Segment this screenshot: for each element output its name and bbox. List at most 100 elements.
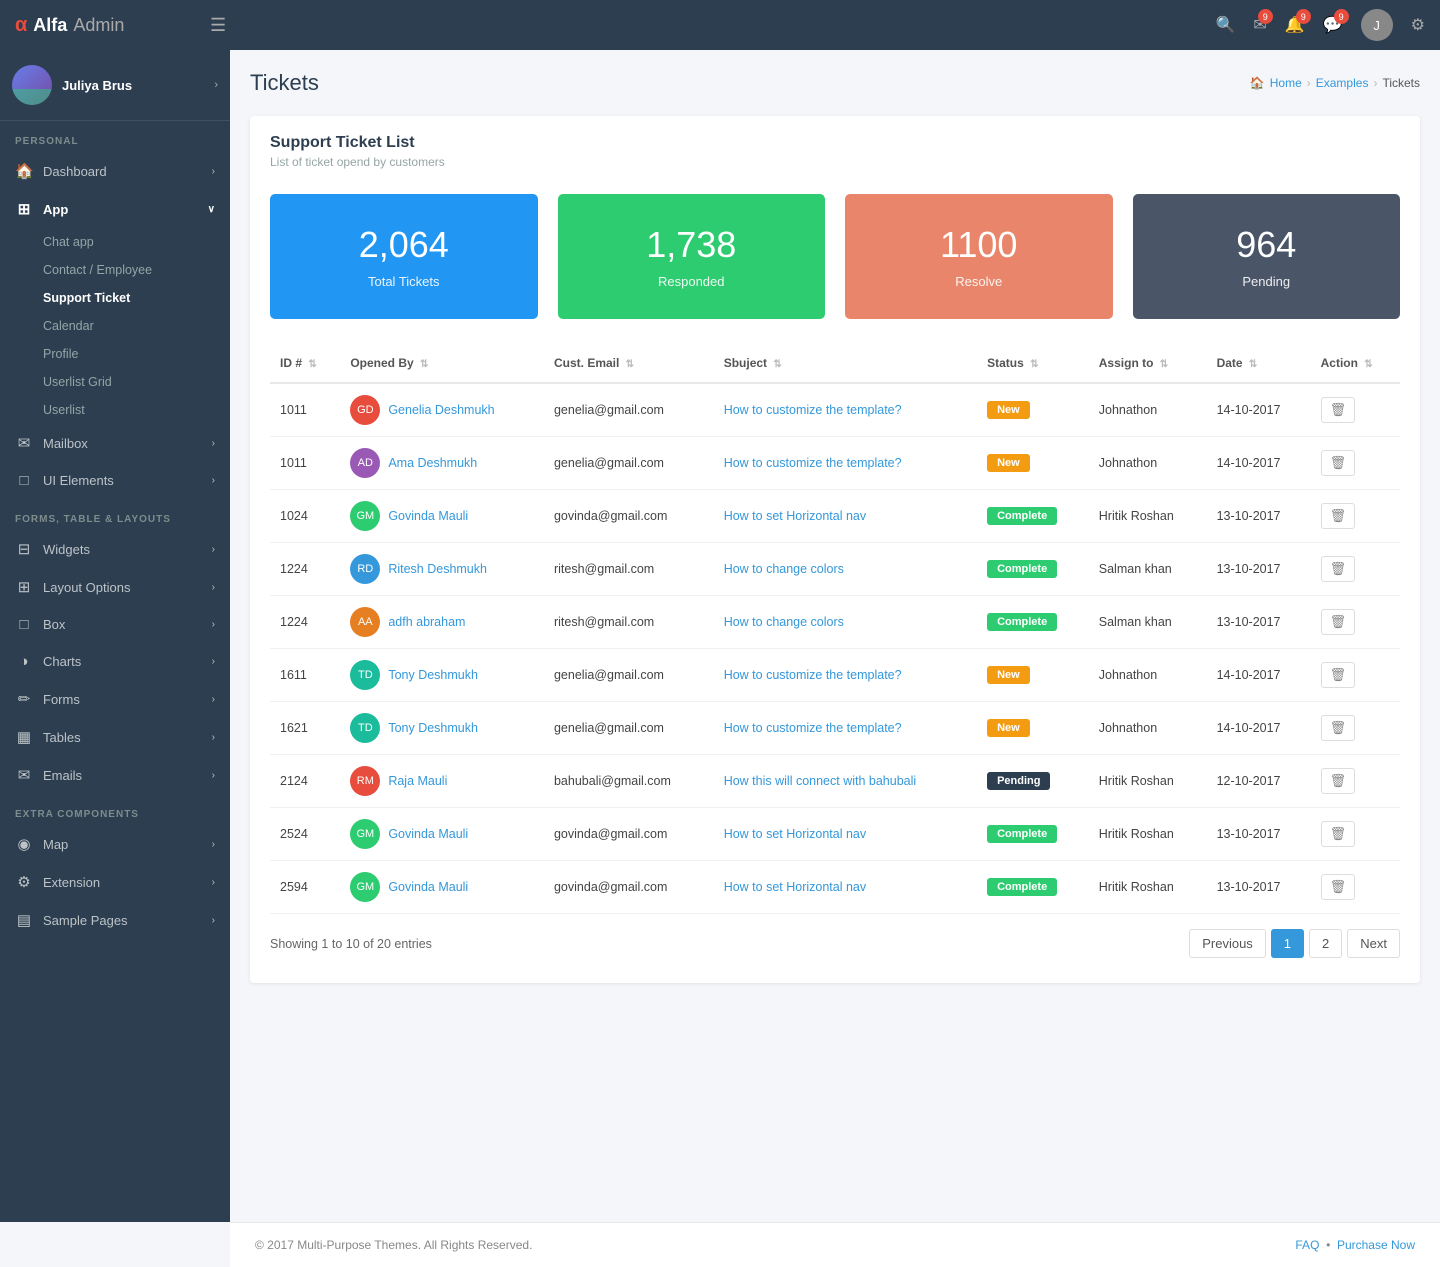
user-name-link[interactable]: Govinda Mauli	[388, 827, 468, 841]
delete-button[interactable]: 🗑	[1321, 768, 1356, 794]
footer-faq-link[interactable]: FAQ	[1295, 1238, 1319, 1252]
subject-link[interactable]: How to customize the template?	[724, 721, 902, 735]
sidebar-item-userlist[interactable]: Userlist	[43, 396, 230, 424]
sidebar-item-emails[interactable]: ✉ Emails ›	[0, 756, 230, 794]
delete-button[interactable]: 🗑	[1321, 556, 1356, 582]
cell-email: bahubali@gmail.com	[544, 755, 714, 808]
sidebar-section-personal: PERSONAL	[0, 121, 230, 152]
sidebar-user-chevron[interactable]: ›	[214, 79, 218, 91]
subject-link[interactable]: How to customize the template?	[724, 668, 902, 682]
user-avatar[interactable]: J	[1361, 9, 1393, 41]
footer-links: FAQ • Purchase Now	[1295, 1238, 1415, 1252]
sidebar-item-contact-employee[interactable]: Contact / Employee	[43, 256, 230, 284]
bell-icon[interactable]: 🔔 9	[1285, 15, 1305, 35]
subject-link[interactable]: How to set Horizontal nav	[724, 880, 866, 894]
subject-link[interactable]: How to change colors	[724, 615, 844, 629]
delete-button[interactable]: 🗑	[1321, 715, 1356, 741]
user-name-link[interactable]: Govinda Mauli	[388, 880, 468, 894]
sidebar-item-calendar[interactable]: Calendar	[43, 312, 230, 340]
sidebar-item-sample-pages[interactable]: ▤ Sample Pages ›	[0, 901, 230, 939]
col-id[interactable]: ID # ⇅	[270, 344, 340, 383]
chevron-right-icon: ›	[212, 166, 215, 177]
sidebar-item-box[interactable]: □ Box ›	[0, 606, 230, 643]
chat-icon[interactable]: 💬 9	[1323, 15, 1343, 35]
next-button[interactable]: Next	[1347, 929, 1400, 958]
sidebar-item-chat-app[interactable]: Chat app	[43, 228, 230, 256]
footer-purchase-link[interactable]: Purchase Now	[1337, 1238, 1415, 1252]
col-assign-to[interactable]: Assign to ⇅	[1089, 344, 1207, 383]
subject-link[interactable]: How to change colors	[724, 562, 844, 576]
chevron-down-icon: ∨	[208, 204, 215, 215]
user-name-link[interactable]: Ama Deshmukh	[388, 456, 477, 470]
page-2-button[interactable]: 2	[1309, 929, 1342, 958]
delete-button[interactable]: 🗑	[1321, 609, 1356, 635]
cell-action: 🗑	[1311, 808, 1400, 861]
delete-button[interactable]: 🗑	[1321, 662, 1356, 688]
status-badge: Complete	[987, 613, 1057, 631]
sidebar-item-map[interactable]: ◉ Map ›	[0, 825, 230, 863]
sidebar-item-charts[interactable]: ◑ Charts ›	[0, 643, 230, 680]
table-header: ID # ⇅ Opened By ⇅ Cust. Email ⇅ Sbuject…	[270, 344, 1400, 383]
settings-icon[interactable]: ⚙	[1411, 15, 1425, 35]
col-date[interactable]: Date ⇅	[1207, 344, 1311, 383]
subject-link[interactable]: How to set Horizontal nav	[724, 827, 866, 841]
prev-button[interactable]: Previous	[1189, 929, 1266, 958]
delete-button[interactable]: 🗑	[1321, 874, 1356, 900]
breadcrumb-examples[interactable]: Examples	[1316, 76, 1369, 90]
sort-icon: ⇅	[773, 359, 781, 370]
sidebar-item-support-ticket[interactable]: Support Ticket	[43, 284, 230, 312]
col-action[interactable]: Action ⇅	[1311, 344, 1400, 383]
sidebar-item-layout-options[interactable]: ⊞ Layout Options ›	[0, 568, 230, 606]
user-name-link[interactable]: Raja Mauli	[388, 774, 447, 788]
user-name-link[interactable]: Govinda Mauli	[388, 509, 468, 523]
sort-icon: ⇅	[626, 359, 634, 370]
page-title: Tickets	[250, 70, 319, 96]
col-subject[interactable]: Sbuject ⇅	[714, 344, 977, 383]
search-icon[interactable]: 🔍	[1215, 15, 1235, 35]
sidebar-item-extension[interactable]: ⚙ Extension ›	[0, 863, 230, 901]
col-opened-by[interactable]: Opened By ⇅	[340, 344, 544, 383]
delete-button[interactable]: 🗑	[1321, 821, 1356, 847]
user-name-link[interactable]: Tony Deshmukh	[388, 721, 478, 735]
map-icon: ◉	[15, 835, 33, 853]
user-name-link[interactable]: Ritesh Deshmukh	[388, 562, 487, 576]
user-avatar-small: GM	[350, 501, 380, 531]
sidebar-item-app[interactable]: ⊞ App ∨	[0, 190, 230, 228]
sidebar-item-dashboard[interactable]: 🏠 Dashboard ›	[0, 152, 230, 190]
email-icon[interactable]: ✉ 9	[1253, 15, 1266, 35]
user-name-link[interactable]: Tony Deshmukh	[388, 668, 478, 682]
topbar: α AlfaAdmin ☰ 🔍 ✉ 9 🔔 9 💬 9 J ⚙	[0, 0, 1440, 50]
delete-button[interactable]: 🗑	[1321, 503, 1356, 529]
sidebar-item-ui-elements[interactable]: □ UI Elements ›	[0, 462, 230, 499]
sidebar-item-widgets[interactable]: ⊟ Widgets ›	[0, 530, 230, 568]
delete-button[interactable]: 🗑	[1321, 397, 1356, 423]
subject-link[interactable]: How to set Horizontal nav	[724, 509, 866, 523]
breadcrumb-home[interactable]: Home	[1270, 76, 1302, 90]
chevron-right-icon: ›	[212, 475, 215, 486]
col-status[interactable]: Status ⇅	[977, 344, 1089, 383]
subject-link[interactable]: How to customize the template?	[724, 456, 902, 470]
cell-subject: How to set Horizontal nav	[714, 808, 977, 861]
cell-date: 12-10-2017	[1207, 755, 1311, 808]
user-avatar-small: AD	[350, 448, 380, 478]
sidebar-item-mailbox[interactable]: ✉ Mailbox ›	[0, 424, 230, 462]
sidebar-item-tables[interactable]: ▦ Tables ›	[0, 718, 230, 756]
page-1-button[interactable]: 1	[1271, 929, 1304, 958]
stat-pending-label: Pending	[1153, 274, 1381, 289]
sidebar-item-profile[interactable]: Profile	[43, 340, 230, 368]
sidebar-user[interactable]: Juliya Brus ›	[0, 50, 230, 121]
hamburger-button[interactable]: ☰	[210, 15, 226, 36]
delete-button[interactable]: 🗑	[1321, 450, 1356, 476]
col-email[interactable]: Cust. Email ⇅	[544, 344, 714, 383]
sidebar-item-forms[interactable]: ✏ Forms ›	[0, 680, 230, 718]
pagination-bar: Showing 1 to 10 of 20 entries Previous 1…	[270, 914, 1400, 963]
user-avatar-small: GD	[350, 395, 380, 425]
sidebar-item-label: Map	[43, 837, 68, 852]
pagination-controls: Previous 1 2 Next	[1189, 929, 1400, 958]
subject-link[interactable]: How to customize the template?	[724, 403, 902, 417]
user-name-link[interactable]: Genelia Deshmukh	[388, 403, 494, 417]
cell-subject: How to customize the template?	[714, 649, 977, 702]
sidebar-item-userlist-grid[interactable]: Userlist Grid	[43, 368, 230, 396]
subject-link[interactable]: How this will connect with bahubali	[724, 774, 916, 788]
user-name-link[interactable]: adfh abraham	[388, 615, 465, 629]
